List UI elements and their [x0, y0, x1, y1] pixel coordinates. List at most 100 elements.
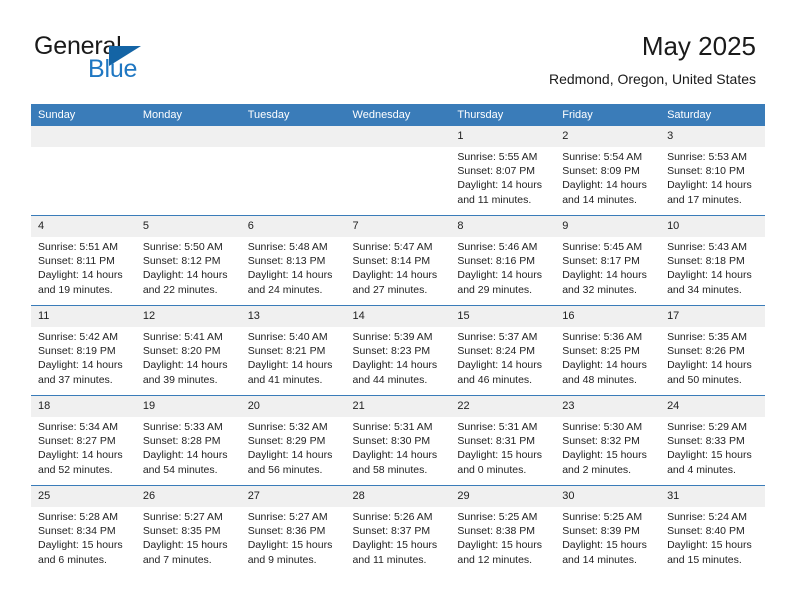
- sunset-text: Sunset: 8:17 PM: [562, 255, 640, 268]
- day-cell[interactable]: 5 Sunrise: 5:50 AM Sunset: 8:12 PM Dayli…: [135, 215, 241, 306]
- day-info: [135, 147, 241, 150]
- sunset-text: Sunset: 8:21 PM: [247, 345, 326, 358]
- day-cell[interactable]: 29 Sunrise: 5:25 AM Sunset: 8:38 PM Dayl…: [450, 485, 556, 575]
- day-info: Sunrise: 5:31 AM Sunset: 8:31 PM Dayligh…: [450, 417, 555, 477]
- day-cell[interactable]: 17 Sunrise: 5:35 AM Sunset: 8:26 PM Dayl…: [660, 305, 765, 396]
- day-number: 26: [135, 486, 241, 507]
- sunrise-text: Sunrise: 5:25 AM: [562, 511, 643, 523]
- day-number: 30: [555, 486, 661, 507]
- day-cell: [31, 126, 136, 216]
- weekday-header-sunday: Sunday: [31, 104, 136, 126]
- day-cell[interactable]: 22 Sunrise: 5:31 AM Sunset: 8:31 PM Dayl…: [450, 395, 556, 486]
- sunset-text: Sunset: 8:38 PM: [457, 525, 536, 538]
- day-info: Sunrise: 5:47 AM Sunset: 8:14 PM Dayligh…: [346, 237, 451, 297]
- daylight-text: Daylight: 15 hours and 6 minutes.: [38, 539, 123, 566]
- day-info: Sunrise: 5:29 AM Sunset: 8:33 PM Dayligh…: [660, 417, 765, 477]
- day-cell[interactable]: 1 Sunrise: 5:55 AM Sunset: 8:07 PM Dayli…: [450, 126, 556, 216]
- day-number: 20: [240, 396, 346, 417]
- sunrise-text: Sunrise: 5:36 AM: [562, 331, 643, 343]
- day-cell[interactable]: 4 Sunrise: 5:51 AM Sunset: 8:11 PM Dayli…: [31, 215, 136, 306]
- sunrise-text: Sunrise: 5:28 AM: [38, 511, 118, 523]
- day-cell[interactable]: 16 Sunrise: 5:36 AM Sunset: 8:25 PM Dayl…: [555, 305, 661, 396]
- day-info: Sunrise: 5:45 AM Sunset: 8:17 PM Dayligh…: [555, 237, 660, 297]
- day-cell[interactable]: 26 Sunrise: 5:27 AM Sunset: 8:35 PM Dayl…: [135, 485, 241, 575]
- daylight-text: Daylight: 14 hours and 39 minutes.: [142, 359, 228, 386]
- daylight-text: Daylight: 14 hours and 41 minutes.: [247, 359, 333, 386]
- calendar-body: 1 Sunrise: 5:55 AM Sunset: 8:07 PM Dayli…: [31, 126, 765, 575]
- sunset-text: Sunset: 8:26 PM: [667, 345, 745, 358]
- sunset-text: Sunset: 8:37 PM: [352, 525, 431, 538]
- day-info: Sunrise: 5:27 AM Sunset: 8:35 PM Dayligh…: [136, 507, 241, 567]
- day-cell[interactable]: 2 Sunrise: 5:54 AM Sunset: 8:09 PM Dayli…: [555, 126, 661, 216]
- sunrise-text: Sunrise: 5:32 AM: [247, 421, 328, 433]
- sunset-text: Sunset: 8:29 PM: [247, 435, 326, 448]
- daylight-text: Daylight: 14 hours and 27 minutes.: [352, 269, 438, 296]
- day-number: 24: [660, 396, 765, 417]
- daylight-text: Daylight: 14 hours and 58 minutes.: [352, 449, 438, 476]
- day-cell[interactable]: 21 Sunrise: 5:31 AM Sunset: 8:30 PM Dayl…: [345, 395, 451, 486]
- general-blue-logo[interactable]: General Blue: [34, 34, 234, 90]
- day-cell[interactable]: 14 Sunrise: 5:39 AM Sunset: 8:23 PM Dayl…: [345, 305, 451, 396]
- daylight-text: Daylight: 14 hours and 29 minutes.: [457, 269, 543, 296]
- day-cell[interactable]: 31 Sunrise: 5:24 AM Sunset: 8:40 PM Dayl…: [660, 485, 765, 575]
- sunset-text: Sunset: 8:16 PM: [457, 255, 536, 268]
- day-number: 15: [450, 306, 556, 327]
- day-number: 12: [135, 306, 241, 327]
- sunset-text: Sunset: 8:12 PM: [142, 255, 221, 268]
- day-info: [240, 147, 346, 150]
- sunset-text: Sunset: 8:33 PM: [667, 435, 745, 448]
- sunset-text: Sunset: 8:18 PM: [667, 255, 745, 268]
- sunrise-text: Sunrise: 5:47 AM: [352, 241, 433, 253]
- day-info: Sunrise: 5:24 AM Sunset: 8:40 PM Dayligh…: [660, 507, 765, 567]
- daylight-text: Daylight: 14 hours and 37 minutes.: [38, 359, 123, 386]
- daylight-text: Daylight: 14 hours and 19 minutes.: [38, 269, 123, 296]
- daylight-text: Daylight: 14 hours and 46 minutes.: [457, 359, 543, 386]
- day-cell[interactable]: 12 Sunrise: 5:41 AM Sunset: 8:20 PM Dayl…: [135, 305, 241, 396]
- sunset-text: Sunset: 8:10 PM: [667, 165, 745, 178]
- day-cell[interactable]: 8 Sunrise: 5:46 AM Sunset: 8:16 PM Dayli…: [450, 215, 556, 306]
- day-info: Sunrise: 5:51 AM Sunset: 8:11 PM Dayligh…: [31, 237, 136, 297]
- day-number: 22: [450, 396, 556, 417]
- day-cell[interactable]: 18 Sunrise: 5:34 AM Sunset: 8:27 PM Dayl…: [31, 395, 136, 486]
- week-row: 4 Sunrise: 5:51 AM Sunset: 8:11 PM Dayli…: [31, 215, 765, 306]
- day-cell[interactable]: 19 Sunrise: 5:33 AM Sunset: 8:28 PM Dayl…: [135, 395, 241, 486]
- day-cell[interactable]: 25 Sunrise: 5:28 AM Sunset: 8:34 PM Dayl…: [31, 485, 136, 575]
- day-cell[interactable]: 10 Sunrise: 5:43 AM Sunset: 8:18 PM Dayl…: [660, 215, 765, 306]
- sunrise-text: Sunrise: 5:31 AM: [457, 421, 538, 433]
- day-number: [135, 126, 241, 147]
- sunrise-text: Sunrise: 5:27 AM: [247, 511, 328, 523]
- day-info: Sunrise: 5:50 AM Sunset: 8:12 PM Dayligh…: [136, 237, 241, 297]
- day-info: Sunrise: 5:25 AM Sunset: 8:38 PM Dayligh…: [450, 507, 555, 567]
- day-cell[interactable]: 7 Sunrise: 5:47 AM Sunset: 8:14 PM Dayli…: [345, 215, 451, 306]
- day-number: 28: [345, 486, 451, 507]
- day-cell[interactable]: 9 Sunrise: 5:45 AM Sunset: 8:17 PM Dayli…: [555, 215, 661, 306]
- day-info: Sunrise: 5:46 AM Sunset: 8:16 PM Dayligh…: [450, 237, 555, 297]
- day-cell[interactable]: 24 Sunrise: 5:29 AM Sunset: 8:33 PM Dayl…: [660, 395, 765, 486]
- day-info: Sunrise: 5:55 AM Sunset: 8:07 PM Dayligh…: [450, 147, 555, 207]
- day-number: 31: [660, 486, 765, 507]
- day-number: 19: [135, 396, 241, 417]
- day-cell[interactable]: 23 Sunrise: 5:30 AM Sunset: 8:32 PM Dayl…: [555, 395, 661, 486]
- day-cell[interactable]: 13 Sunrise: 5:40 AM Sunset: 8:21 PM Dayl…: [240, 305, 346, 396]
- logo-text-blue: Blue: [88, 55, 138, 83]
- day-cell[interactable]: 30 Sunrise: 5:25 AM Sunset: 8:39 PM Dayl…: [555, 485, 661, 575]
- day-cell[interactable]: 6 Sunrise: 5:48 AM Sunset: 8:13 PM Dayli…: [240, 215, 346, 306]
- day-cell[interactable]: 15 Sunrise: 5:37 AM Sunset: 8:24 PM Dayl…: [450, 305, 556, 396]
- day-cell[interactable]: 28 Sunrise: 5:26 AM Sunset: 8:37 PM Dayl…: [345, 485, 451, 575]
- sunrise-text: Sunrise: 5:35 AM: [667, 331, 748, 343]
- day-cell[interactable]: 3 Sunrise: 5:53 AM Sunset: 8:10 PM Dayli…: [660, 126, 765, 216]
- day-info: [31, 147, 136, 150]
- day-cell: [135, 126, 241, 216]
- title-block: May 2025 Redmond, Oregon, United States: [549, 30, 756, 88]
- sunset-text: Sunset: 8:39 PM: [562, 525, 640, 538]
- sunrise-text: Sunrise: 5:31 AM: [352, 421, 433, 433]
- sunset-text: Sunset: 8:35 PM: [142, 525, 221, 538]
- day-cell[interactable]: 20 Sunrise: 5:32 AM Sunset: 8:29 PM Dayl…: [240, 395, 346, 486]
- weekday-header-tuesday: Tuesday: [240, 104, 346, 126]
- day-cell[interactable]: 27 Sunrise: 5:27 AM Sunset: 8:36 PM Dayl…: [240, 485, 346, 575]
- day-cell[interactable]: 11 Sunrise: 5:42 AM Sunset: 8:19 PM Dayl…: [31, 305, 136, 396]
- sunrise-text: Sunrise: 5:50 AM: [142, 241, 223, 253]
- day-number: 21: [345, 396, 451, 417]
- daylight-text: Daylight: 14 hours and 44 minutes.: [352, 359, 438, 386]
- sunset-text: Sunset: 8:36 PM: [247, 525, 326, 538]
